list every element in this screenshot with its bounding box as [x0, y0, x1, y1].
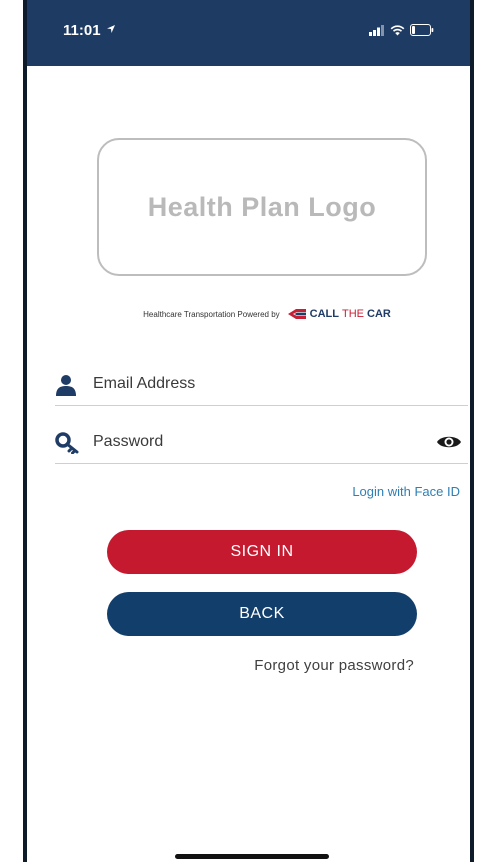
status-bar: 11:01	[27, 0, 470, 66]
location-arrow-icon	[107, 25, 115, 33]
login-face-id-link[interactable]: Login with Face ID	[352, 484, 460, 499]
key-icon	[55, 432, 79, 454]
logo-placeholder-text: Health Plan Logo	[147, 191, 377, 222]
powered-by-text: Healthcare Transportation Powered by	[143, 309, 280, 319]
phone-screen: 11:01 Health Plan Logo Healthcare Transp…	[23, 0, 474, 862]
sign-in-button[interactable]: SIGN IN	[107, 530, 417, 574]
email-input[interactable]	[93, 370, 413, 398]
powered-by-banner: Healthcare Transportation Powered by CAL…	[87, 307, 447, 321]
cellular-signal-icon	[369, 24, 384, 36]
brand-the: THE	[342, 308, 364, 320]
status-time: 11:01	[63, 22, 101, 39]
forgot-password-link[interactable]: Forgot your password?	[254, 657, 414, 674]
show-password-eye-icon[interactable]	[436, 434, 462, 450]
callthecar-emblem-icon	[287, 309, 306, 319]
home-indicator[interactable]	[175, 854, 329, 859]
brand-call: CALL	[309, 308, 339, 320]
status-indicators	[369, 24, 434, 36]
email-field[interactable]	[55, 366, 468, 406]
user-icon	[56, 375, 76, 396]
callthecar-logo: CALL THE CAR	[285, 307, 391, 321]
password-field[interactable]	[55, 424, 468, 464]
back-button[interactable]: BACK	[107, 592, 417, 636]
password-input[interactable]	[93, 428, 413, 456]
wifi-icon	[390, 24, 405, 35]
brand-car: CAR	[367, 308, 391, 320]
health-plan-logo: Health Plan Logo	[97, 138, 427, 276]
battery-icon	[410, 24, 434, 36]
